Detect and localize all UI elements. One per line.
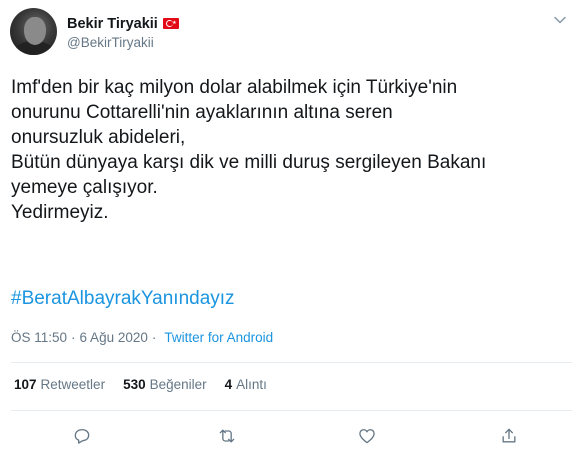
flag-star: ★: [172, 20, 177, 27]
hashtag-link[interactable]: #BeratAlbayrakYanındayız: [11, 288, 235, 310]
reply-icon[interactable]: [71, 425, 93, 447]
meta-separator: ·: [71, 330, 76, 345]
tweet-card: Bekir Tiryakii ★ @BekirTiryakii Imf'den …: [0, 0, 583, 456]
display-name[interactable]: Bekir Tiryakii: [67, 16, 158, 32]
source-separator: ·: [151, 330, 157, 345]
divider-top: [11, 362, 572, 363]
name-row: Bekir Tiryakii ★: [67, 14, 179, 34]
share-icon[interactable]: [498, 425, 520, 447]
quotes-label: Alıntı: [236, 377, 267, 392]
author-names: Bekir Tiryakii ★ @BekirTiryakii: [67, 14, 179, 50]
like-icon[interactable]: [356, 425, 378, 447]
tweet-time[interactable]: ÖS 11:50: [11, 330, 67, 345]
tweet-date[interactable]: 6 Ağu 2020: [80, 330, 148, 345]
retweets-count: 107: [14, 377, 37, 392]
avatar-face: [24, 17, 46, 45]
likes-count: 530: [123, 377, 146, 392]
retweets-stat[interactable]: 107 Retweetler: [14, 377, 105, 392]
divider-bottom: [11, 410, 572, 411]
likes-label: Beğeniler: [149, 377, 207, 392]
turkey-flag-icon: ★: [162, 18, 179, 29]
user-handle[interactable]: @BekirTiryakii: [67, 35, 179, 50]
retweets-label: Retweetler: [40, 377, 106, 392]
tweet-actions: [0, 421, 583, 451]
tweet-header: Bekir Tiryakii ★ @BekirTiryakii: [10, 8, 179, 55]
chevron-down-icon[interactable]: [553, 13, 567, 27]
tweet-text: Imf'den bir kaç milyon dolar alabilmek i…: [11, 77, 487, 223]
quotes-count: 4: [224, 377, 233, 392]
likes-stat[interactable]: 530 Beğeniler: [123, 377, 207, 392]
tweet-meta: ÖS 11:50 · 6 Ağu 2020 · Twitter for Andr…: [11, 330, 273, 345]
tweet-stats: 107 Retweetler 530 Beğeniler 4 Alıntı: [14, 377, 285, 392]
quotes-stat[interactable]: 4 Alıntı: [225, 377, 267, 392]
tweet-source-link[interactable]: Twitter for Android: [164, 330, 273, 345]
avatar[interactable]: [10, 8, 57, 55]
retweet-icon[interactable]: [216, 425, 238, 447]
